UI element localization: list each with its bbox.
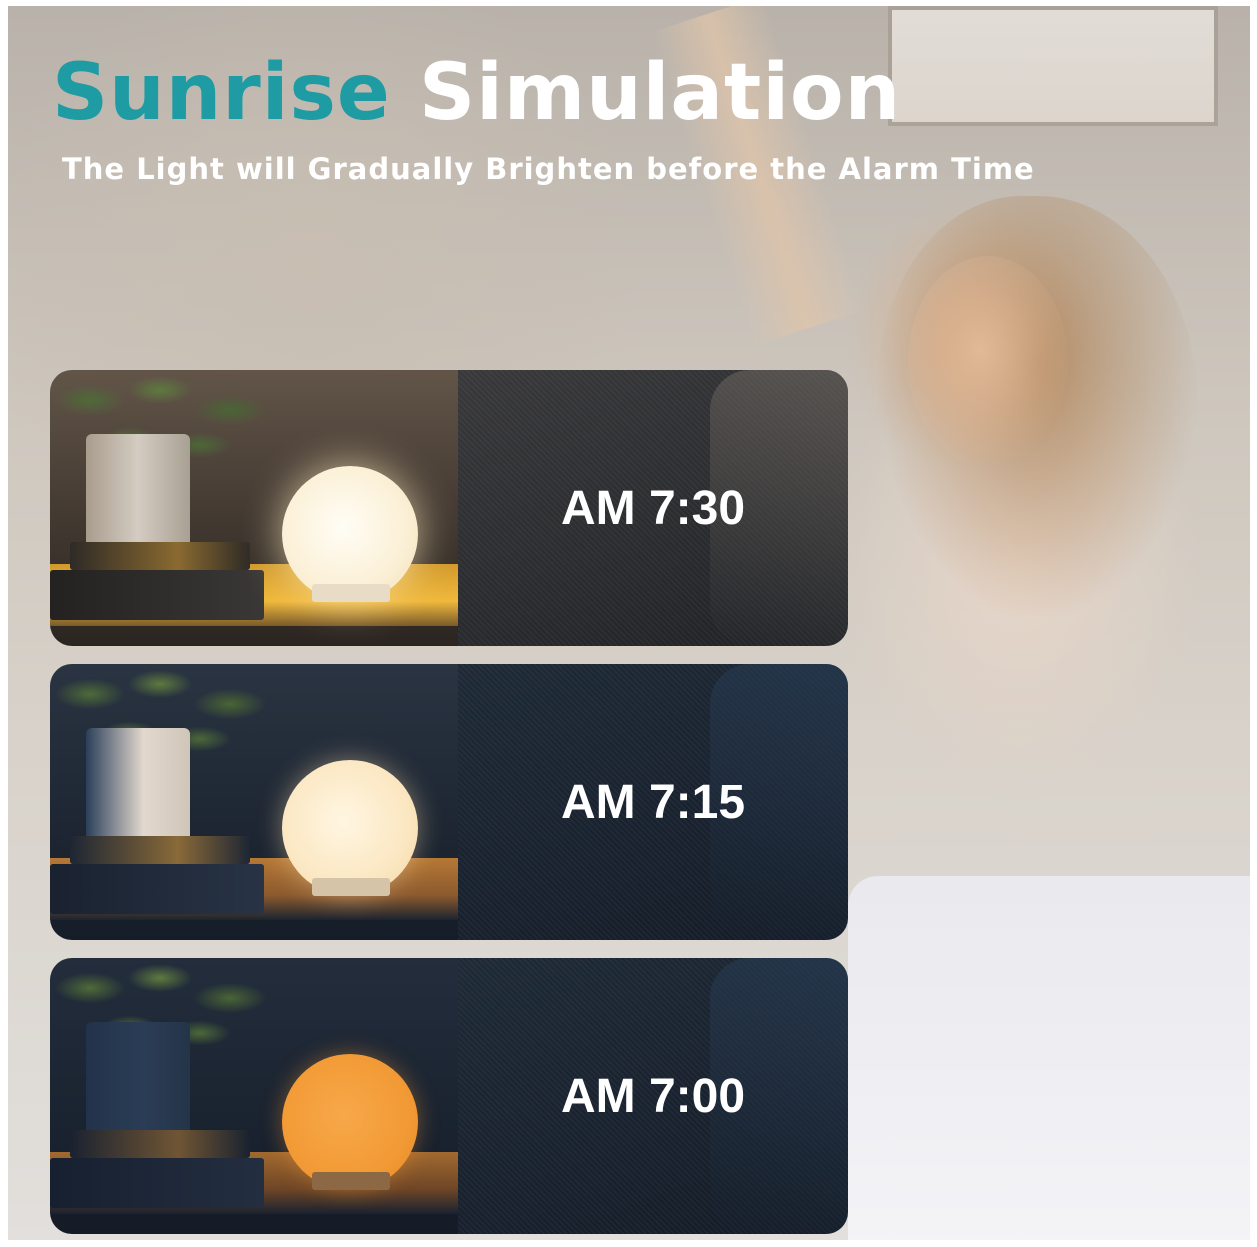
alarm-time-label: AM 7:15 — [560, 775, 746, 829]
window — [888, 6, 1218, 126]
vase — [86, 434, 190, 546]
panel-time-715: AM 7:15 — [50, 664, 848, 940]
woman-face — [908, 256, 1068, 466]
sunrise-lamp-icon — [282, 1054, 418, 1190]
lamp-base — [312, 1172, 390, 1190]
sunrise-lamp-icon — [282, 760, 418, 896]
lamp-base — [312, 584, 390, 602]
page-subtitle: The Light will Gradually Brighten before… — [62, 152, 1035, 186]
vase — [86, 1022, 190, 1134]
panel-time-730: AM 7:30 — [50, 370, 848, 646]
panel-time-700: AM 7:00 — [50, 958, 848, 1234]
books — [50, 542, 264, 620]
lamp-scene — [50, 664, 458, 940]
lamp-scene — [50, 958, 458, 1234]
vase — [86, 728, 190, 840]
books — [50, 1130, 264, 1208]
title-rest: Simulation — [418, 48, 902, 138]
lamp-scene — [50, 370, 458, 646]
page-title: Sunrise Simulation — [52, 48, 901, 138]
alarm-time-label: AM 7:00 — [560, 1069, 746, 1123]
title-accent: Sunrise — [52, 48, 391, 138]
books — [50, 836, 264, 914]
lamp-base — [312, 878, 390, 896]
alarm-time-label: AM 7:30 — [560, 481, 746, 535]
blanket — [848, 876, 1250, 1240]
sunrise-lamp-icon — [282, 466, 418, 602]
